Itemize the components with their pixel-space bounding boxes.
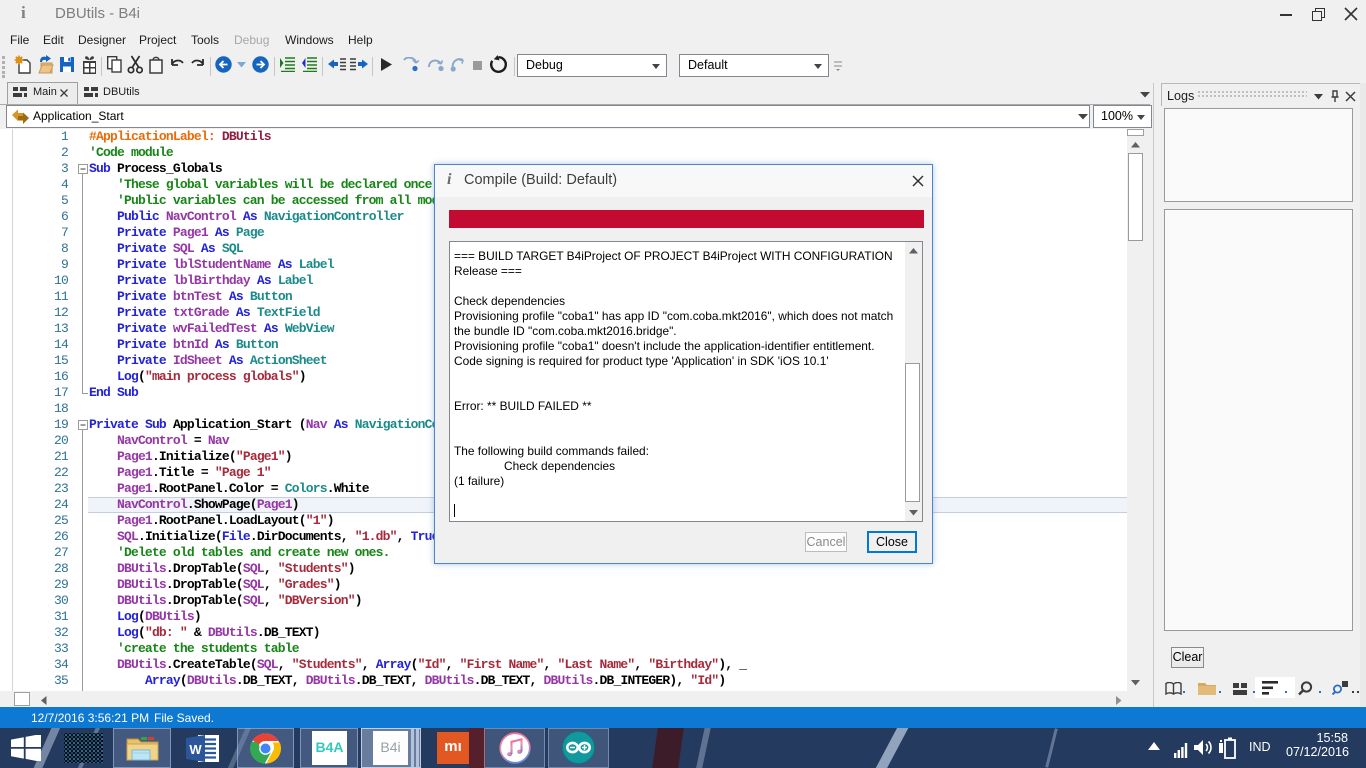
- svg-text:W: W: [189, 742, 202, 757]
